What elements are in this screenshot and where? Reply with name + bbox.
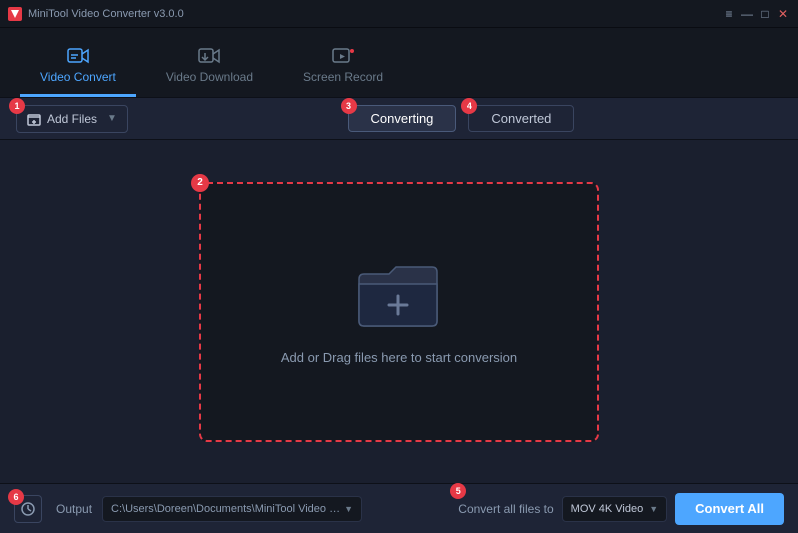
convert-format-select[interactable]: MOV 4K Video ▼ (562, 496, 667, 522)
convert-format-arrow: ▼ (649, 504, 658, 514)
converted-badge: 4 (461, 98, 477, 114)
footer-bar: 6 Output C:\Users\Doreen\Documents\MiniT… (0, 483, 798, 533)
add-files-icon (27, 112, 41, 126)
tab-bar: Video Convert Video Download Screen Reco… (0, 28, 798, 98)
drop-zone-badge: 2 (191, 174, 209, 192)
toolbar: 1 Add Files ▼ 3 Converting 4 Converted (0, 98, 798, 140)
menu-button[interactable]: ≡ (722, 7, 736, 21)
converting-subtab[interactable]: 3 Converting (348, 105, 457, 132)
close-button[interactable]: ✕ (776, 7, 790, 21)
converting-label: Converting (371, 111, 434, 126)
output-path-arrow: ▼ (344, 504, 353, 514)
convert-section-badge: 5 (450, 483, 466, 499)
clock-button[interactable]: 6 (14, 495, 42, 523)
clock-badge: 6 (8, 489, 24, 505)
title-bar: MiniTool Video Converter v3.0.0 ≡ — □ ✕ (0, 0, 798, 28)
add-files-button[interactable]: 1 Add Files ▼ (16, 105, 128, 133)
clock-icon (20, 501, 36, 517)
add-files-dropdown-arrow: ▼ (107, 113, 117, 124)
convert-all-section: 5 Convert all files to MOV 4K Video ▼ Co… (458, 493, 784, 525)
screen-record-icon (332, 47, 354, 65)
output-path-text: C:\Users\Doreen\Documents\MiniTool Video… (111, 503, 340, 515)
title-bar-left: MiniTool Video Converter v3.0.0 (8, 7, 184, 21)
converted-label: Converted (491, 111, 551, 126)
app-logo (8, 7, 22, 21)
output-label: Output (56, 502, 92, 516)
tab-video-download-label: Video Download (166, 70, 253, 84)
minimize-button[interactable]: — (740, 7, 754, 21)
converted-subtab[interactable]: 4 Converted (468, 105, 574, 132)
tab-screen-record-label: Screen Record (303, 70, 383, 84)
drop-zone[interactable]: 2 Add or Drag files here to start conver… (199, 182, 599, 442)
tab-video-convert[interactable]: Video Convert (20, 39, 136, 97)
convert-format-value: MOV 4K Video (571, 503, 644, 515)
folder-icon (354, 259, 444, 334)
output-path-selector[interactable]: C:\Users\Doreen\Documents\MiniTool Video… (102, 496, 362, 522)
add-files-badge: 1 (9, 98, 25, 114)
tab-video-convert-label: Video Convert (40, 70, 116, 84)
maximize-button[interactable]: □ (758, 7, 772, 21)
converting-badge: 3 (341, 98, 357, 114)
drop-zone-text: Add or Drag files here to start conversi… (281, 350, 517, 365)
video-download-icon (198, 47, 220, 65)
tab-screen-record[interactable]: Screen Record (283, 39, 403, 97)
convert-files-label: Convert all files to (458, 502, 553, 516)
tab-video-download[interactable]: Video Download (146, 39, 273, 97)
video-convert-icon (67, 47, 89, 65)
app-title: MiniTool Video Converter v3.0.0 (28, 8, 184, 20)
add-files-label: Add Files (47, 112, 97, 126)
title-bar-controls: ≡ — □ ✕ (722, 7, 790, 21)
main-content: 2 Add or Drag files here to start conver… (0, 140, 798, 483)
convert-all-button[interactable]: Convert All (675, 493, 784, 525)
